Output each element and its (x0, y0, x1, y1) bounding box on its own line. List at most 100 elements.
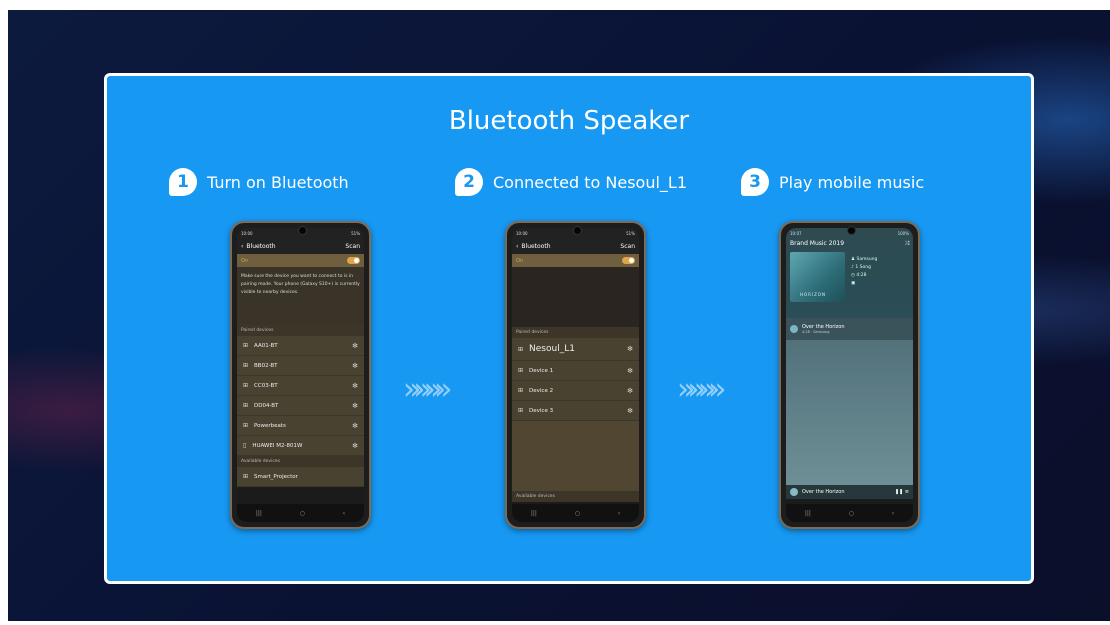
available-devices-label: Available devices (237, 456, 364, 467)
step-2-label: Connected to Nesoul_L1 (493, 172, 688, 192)
arrow-icon: »»»» (677, 372, 727, 407)
back-icon[interactable]: ‹ (343, 510, 345, 517)
note-icon: ♪ (851, 265, 854, 270)
device-name: CC03-BT (254, 382, 278, 389)
app-header: ‹ Bluetooth Scan (512, 238, 639, 254)
gear-icon[interactable]: ✻ (627, 387, 633, 395)
camera-icon (297, 226, 307, 235)
device-name: DD04-BT (254, 402, 279, 409)
music-header: Brand Music 2019 ⤨ (790, 240, 909, 248)
bluetooth-switch[interactable] (622, 257, 635, 264)
album-art-text: HORIZON (800, 292, 826, 297)
gear-icon[interactable]: ✻ (352, 442, 358, 450)
device-row[interactable]: ▯ HUAWEI M2-801W ✻ (237, 436, 364, 456)
device-row[interactable]: ⊞ Device 3 ✻ (512, 401, 639, 421)
camera-icon (846, 226, 856, 235)
back-arrow-icon[interactable]: ‹ (516, 243, 518, 250)
app-header: ‹ Bluetooth Scan (237, 238, 364, 254)
recent-apps-icon[interactable]: ||| (531, 510, 537, 517)
phone-screen: 10:07 100% Brand Music 2019 ⤨ HORIZON ♟ … (786, 228, 913, 522)
connected-device-row[interactable]: ⊞ Nesoul_L1 ✻ (512, 338, 639, 361)
status-time: 10:00 (241, 230, 253, 236)
paired-devices-label: Paired devices (237, 325, 364, 336)
shuffle-icon[interactable]: ⤨ (904, 240, 909, 248)
album-meta: ♟ Samsung ♪ 1 Song ◷ 4:28 ▣ (851, 256, 877, 288)
gear-icon[interactable]: ✻ (627, 345, 633, 353)
device-name: AA01-BT (254, 342, 278, 349)
status-battery: 51% (626, 230, 635, 236)
step-1: 1 Turn on Bluetooth (169, 168, 349, 196)
mini-player-thumbnail (790, 488, 798, 496)
track-row[interactable]: Over the Horizon 4:28 · Samsung (786, 318, 913, 340)
toggle-label: On (516, 257, 524, 264)
device-row[interactable]: ⊞ DD04-BT ✻ (237, 396, 364, 416)
recent-apps-icon[interactable]: ||| (805, 510, 811, 517)
device-icon: ⊞ (243, 342, 249, 349)
phone-screen: 10:00 51% ‹ Bluetooth Scan On Make sure … (237, 228, 364, 522)
gear-icon[interactable]: ✻ (627, 367, 633, 375)
device-name: Device 1 (529, 367, 554, 374)
gear-icon[interactable]: ✻ (352, 422, 358, 430)
home-icon[interactable]: ○ (575, 510, 580, 517)
device-name: Device 3 (529, 407, 554, 414)
step-2-number: 2 (455, 168, 483, 196)
android-nav-bar: ||| ○ ‹ (512, 504, 639, 522)
home-icon[interactable]: ○ (300, 510, 305, 517)
step-3-number: 3 (741, 168, 769, 196)
camera-icon (572, 226, 582, 235)
song-count: 1 Song (855, 265, 871, 270)
slide-panel: Bluetooth Speaker 1 Turn on Bluetooth 2 … (104, 73, 1034, 584)
device-icon: ⊞ (243, 402, 249, 409)
gear-icon[interactable]: ✻ (627, 407, 633, 415)
device-row[interactable]: ⊞ Powerbeats ✻ (237, 416, 364, 436)
step-1-label: Turn on Bluetooth (207, 172, 349, 192)
device-icon: ⊞ (518, 345, 524, 353)
phone-music-player: 10:07 100% Brand Music 2019 ⤨ HORIZON ♟ … (779, 221, 920, 529)
album-duration: 4:28 (856, 273, 867, 278)
device-icon: ⊞ (243, 382, 249, 389)
step-2: 2 Connected to Nesoul_L1 (455, 168, 687, 196)
device-icon: ⊞ (518, 367, 524, 374)
bluetooth-switch[interactable] (347, 257, 360, 264)
device-row[interactable]: ⊞ Smart_Projector (237, 467, 364, 487)
phone-screen: 10:00 51% ‹ Bluetooth Scan On Paired dev… (512, 228, 639, 522)
arrow-icon: »»»» (403, 372, 453, 407)
back-icon[interactable]: ‹ (892, 510, 894, 517)
tablet-icon: ▯ (243, 442, 247, 449)
gear-icon[interactable]: ✻ (352, 382, 358, 390)
bluetooth-toggle-row[interactable]: On (237, 254, 364, 267)
gear-icon[interactable]: ✻ (352, 342, 358, 350)
track-thumbnail (790, 325, 798, 333)
recent-apps-icon[interactable]: ||| (256, 510, 262, 517)
gear-icon[interactable]: ✻ (352, 362, 358, 370)
device-row[interactable]: ⊞ AA01-BT ✻ (237, 336, 364, 356)
bluetooth-toggle-row[interactable]: On (512, 254, 639, 267)
device-row[interactable]: ⊞ CC03-BT ✻ (237, 376, 364, 396)
home-icon[interactable]: ○ (849, 510, 854, 517)
calendar-icon: ▣ (851, 281, 856, 286)
scan-button[interactable]: Scan (620, 243, 635, 250)
back-icon[interactable]: ‹ (618, 510, 620, 517)
pause-icon[interactable]: ❚❚ (895, 489, 903, 495)
mini-player[interactable]: Over the Horizon ❚❚ ≡ (786, 485, 913, 499)
back-arrow-icon[interactable]: ‹ (241, 243, 243, 250)
clock-icon: ◷ (851, 273, 855, 278)
phone-connected: 10:00 51% ‹ Bluetooth Scan On Paired dev… (505, 221, 646, 529)
device-icon: ⊞ (243, 422, 249, 429)
device-icon: ⊞ (243, 473, 249, 480)
device-row[interactable]: ⊞ Device 2 ✻ (512, 381, 639, 401)
header-title: Bluetooth (246, 242, 276, 250)
track-meta: 4:28 · Samsung (802, 330, 830, 334)
gear-icon[interactable]: ✻ (352, 402, 358, 410)
step-1-number: 1 (169, 168, 197, 196)
device-row[interactable]: ⊞ BB02-BT ✻ (237, 356, 364, 376)
step-3: 3 Play mobile music (741, 168, 924, 196)
device-icon: ⊞ (518, 407, 524, 414)
queue-icon[interactable]: ≡ (905, 489, 909, 495)
device-row[interactable]: ⊞ Device 1 ✻ (512, 361, 639, 381)
scan-button[interactable]: Scan (345, 243, 360, 250)
artist-name: Samsung (856, 257, 878, 262)
track-list-area (786, 340, 913, 485)
blank-area (512, 421, 639, 491)
album-art[interactable]: HORIZON (790, 252, 845, 302)
